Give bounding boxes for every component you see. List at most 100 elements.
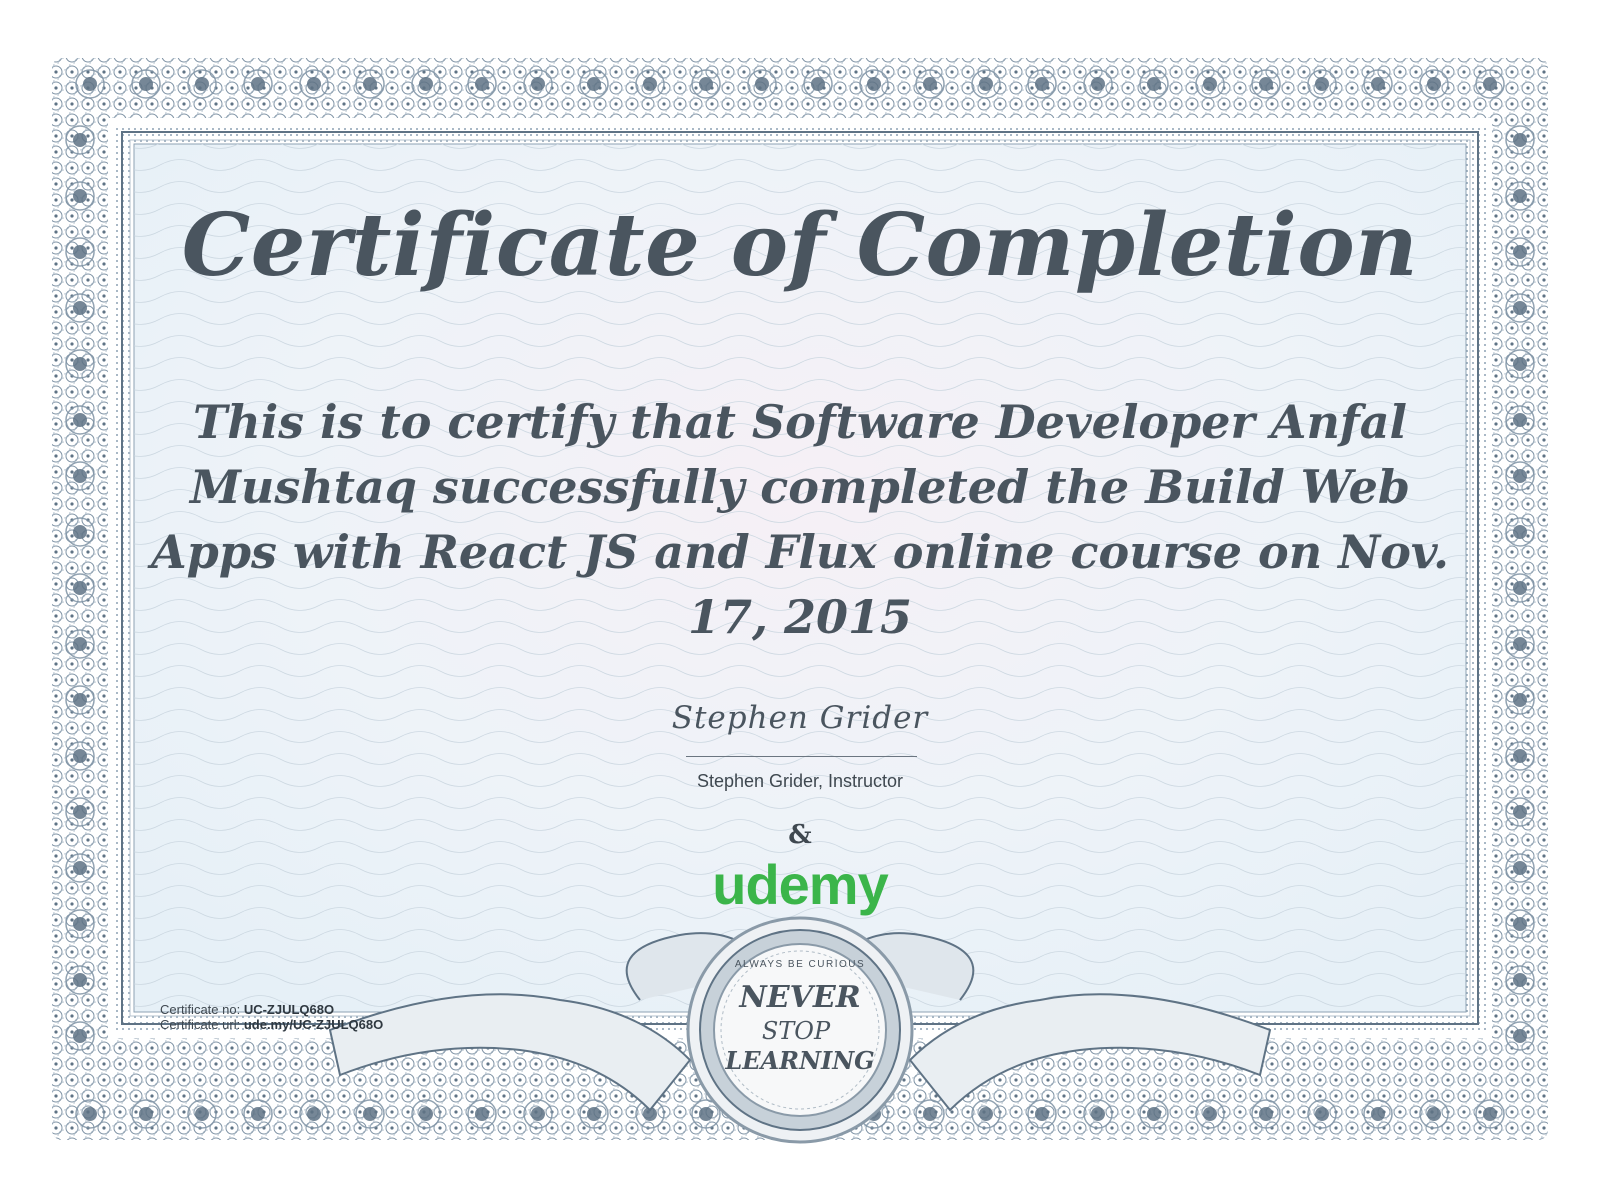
border-rosette: [923, 1107, 937, 1121]
certificate-title: Certificate of Completion: [181, 195, 1419, 296]
border-rosette: [139, 77, 153, 91]
border-rosette: [251, 77, 265, 91]
certificate-url-label: Certificate url:: [160, 1017, 241, 1032]
border-rosette: [1483, 1107, 1497, 1121]
border-rosette: [1513, 525, 1527, 539]
seal-line-never: NEVER: [738, 980, 860, 1015]
seal-lettering: ALWAYS BE CURIOUS NEVER STOP LEARNING: [724, 959, 874, 1075]
border-rosette: [73, 637, 87, 651]
udemy-logo-icon: udemy: [712, 853, 889, 916]
border-rosette: [363, 1107, 377, 1121]
border-rosette: [73, 581, 87, 595]
border-rosette: [419, 77, 433, 91]
border-rosette: [73, 693, 87, 707]
border-rosette: [1513, 637, 1527, 651]
border-rosette: [1315, 1107, 1329, 1121]
border-rosette: [363, 77, 377, 91]
border-rosette: [251, 1107, 265, 1121]
border-rosette: [73, 469, 87, 483]
border-rosette: [73, 805, 87, 819]
border-rosette: [923, 77, 937, 91]
border-rosette: [195, 1107, 209, 1121]
border-rosette: [83, 77, 97, 91]
border-rosette: [755, 77, 769, 91]
border-rosette: [1371, 1107, 1385, 1121]
border-rosette: [1513, 693, 1527, 707]
border-rosette: [73, 861, 87, 875]
border-rosette: [1513, 413, 1527, 427]
border-rosette: [73, 1029, 87, 1043]
border-rosette: [1427, 1107, 1441, 1121]
border-rosette: [1513, 861, 1527, 875]
border-rosette: [1035, 1107, 1049, 1121]
border-rosette: [73, 973, 87, 987]
border-rosette: [1513, 749, 1527, 763]
ampersand: &: [788, 820, 812, 850]
border-rosette: [531, 77, 545, 91]
border-rosette: [1371, 77, 1385, 91]
border-rosette: [73, 525, 87, 539]
border-rosette: [811, 77, 825, 91]
certificate-no-value: UC-ZJULQ68O: [243, 1002, 335, 1017]
border-rosette: [475, 1107, 489, 1121]
border-rosette: [1513, 581, 1527, 595]
border-rosette: [73, 245, 87, 259]
border-rosette: [1315, 77, 1329, 91]
border-rosette: [1091, 77, 1105, 91]
border-rosette: [699, 77, 713, 91]
border-rosette: [1513, 245, 1527, 259]
border-rosette: [195, 77, 209, 91]
border-rosette: [1035, 77, 1049, 91]
border-rosette: [1513, 917, 1527, 931]
border-rosette: [475, 77, 489, 91]
border-rosette: [139, 1107, 153, 1121]
border-rosette: [83, 1107, 97, 1121]
border-rosette: [867, 77, 881, 91]
border-rosette: [587, 1107, 601, 1121]
seal-top-text: ALWAYS BE CURIOUS: [735, 959, 865, 970]
border-rosette: [1259, 77, 1273, 91]
border-rosette: [1091, 1107, 1105, 1121]
border-rosette: [73, 133, 87, 147]
udemy-logo-text: udemy: [712, 856, 888, 916]
certificate-url-row: Certificate url: ude.my/UC-ZJULQ68O: [160, 1017, 383, 1032]
border-rosette: [1147, 77, 1161, 91]
certificate-no-label: Certificate no:: [160, 1002, 241, 1017]
border-rosette: [73, 189, 87, 203]
udemy-logo: udemy: [660, 853, 940, 921]
certificate-no-row: Certificate no: UC-ZJULQ68O: [160, 1002, 383, 1017]
border-rosette: [1483, 77, 1497, 91]
border-rosette: [1513, 1029, 1527, 1043]
border-rosette: [1513, 805, 1527, 819]
border-rosette: [419, 1107, 433, 1121]
border-rosette: [1203, 1107, 1217, 1121]
border-rosette: [307, 77, 321, 91]
border-rosette: [1513, 133, 1527, 147]
signer-caption: Stephen Grider, Instructor: [696, 771, 904, 791]
border-rosette: [1513, 357, 1527, 371]
border-rosette: [1259, 1107, 1273, 1121]
border-rosette: [307, 1107, 321, 1121]
seal-line-learning: LEARNING: [724, 1046, 874, 1075]
border-rosette: [73, 413, 87, 427]
border-rosette: [587, 77, 601, 91]
border-rosette: [531, 1107, 545, 1121]
border-rosette: [1513, 469, 1527, 483]
border-rosette: [643, 77, 657, 91]
border-rosette: [1147, 1107, 1161, 1121]
border-rosette: [1513, 189, 1527, 203]
border-rosette: [979, 1107, 993, 1121]
border-rosette: [1427, 77, 1441, 91]
border-rosette: [73, 917, 87, 931]
certificate-page: Certificate of Completion This is to cer…: [0, 0, 1600, 1194]
border-rosette: [73, 749, 87, 763]
border-rosette: [1513, 301, 1527, 315]
certificate-url-value[interactable]: ude.my/UC-ZJULQ68O: [244, 1017, 383, 1032]
signature-line: [686, 756, 917, 757]
border-rosette: [1513, 973, 1527, 987]
instructor-signature: Stephen Grider: [671, 700, 929, 736]
border-rosette: [73, 301, 87, 315]
certificate-statement: This is to certify that Software Develop…: [150, 395, 1450, 644]
border-rosette: [979, 77, 993, 91]
border-rosette: [73, 357, 87, 371]
